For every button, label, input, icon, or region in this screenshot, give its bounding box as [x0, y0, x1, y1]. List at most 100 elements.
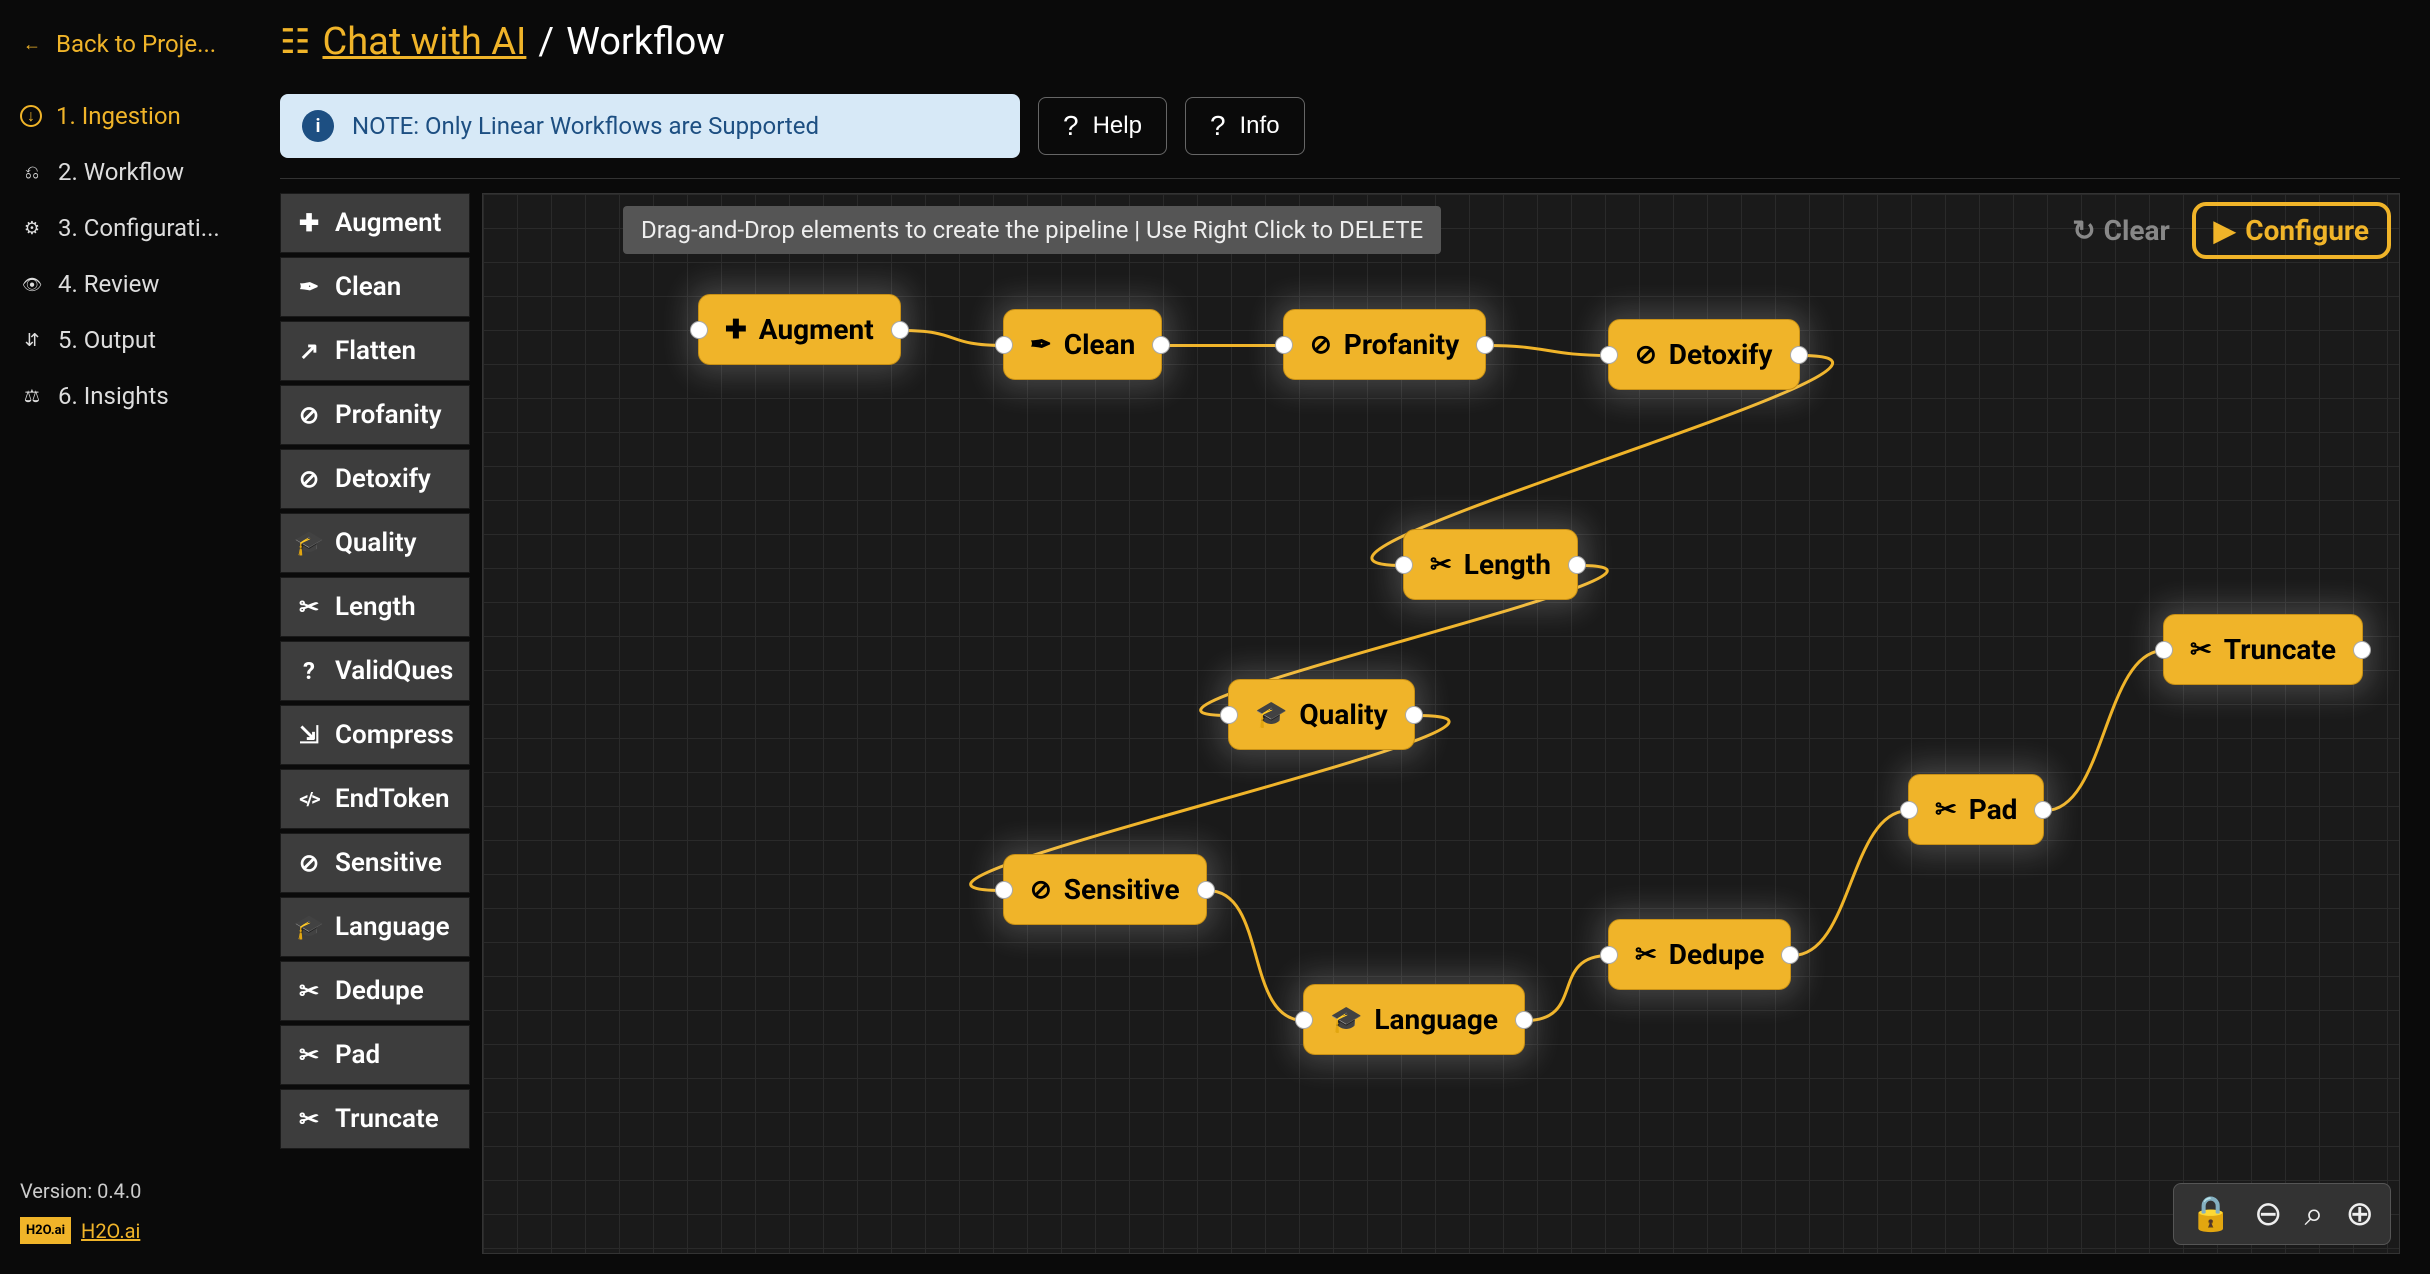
help-circle-icon — [295, 657, 323, 685]
node-label: Pad — [1969, 793, 2018, 826]
port-in[interactable] — [995, 336, 1013, 354]
palette-item-language[interactable]: Language — [280, 897, 470, 957]
page-title: Workflow — [566, 20, 725, 64]
port-out[interactable] — [1152, 336, 1170, 354]
note-text: NOTE: Only Linear Workflows are Supporte… — [352, 112, 819, 140]
breadcrumb-separator: / — [538, 20, 554, 64]
question-icon: ? — [1063, 110, 1079, 142]
port-in[interactable] — [1900, 801, 1918, 819]
node-length[interactable]: Length — [1403, 529, 1578, 600]
zoom-out-button[interactable] — [2244, 1188, 2293, 1240]
port-out[interactable] — [1790, 346, 1808, 364]
eye-icon — [20, 272, 44, 296]
version-label: Version: 0.4.0 — [20, 1179, 240, 1203]
back-label: Back to Proje... — [56, 30, 216, 58]
palette-item-truncate[interactable]: Truncate — [280, 1089, 470, 1149]
port-in[interactable] — [690, 321, 708, 339]
palette-item-clean[interactable]: Clean — [280, 257, 470, 317]
node-clean[interactable]: Clean — [1003, 309, 1162, 380]
node-label: Profanity — [1344, 328, 1459, 361]
back-to-project-link[interactable]: Back to Proje... — [20, 30, 240, 58]
palette-item-flatten[interactable]: Flatten — [280, 321, 470, 381]
cap-icon — [1330, 1005, 1362, 1035]
port-in[interactable] — [1600, 946, 1618, 964]
port-out[interactable] — [1568, 556, 1586, 574]
sidebar-item-review[interactable]: 4. Review — [20, 256, 240, 312]
info-button[interactable]: ? Info — [1185, 97, 1305, 155]
scissors-icon — [295, 1105, 323, 1133]
port-in[interactable] — [1295, 1011, 1313, 1029]
help-button[interactable]: ? Help — [1038, 97, 1167, 155]
port-out[interactable] — [891, 321, 909, 339]
palette-item-sensitive[interactable]: Sensitive — [280, 833, 470, 893]
node-pad[interactable]: Pad — [1908, 774, 2044, 845]
node-sensitive[interactable]: Sensitive — [1003, 854, 1207, 925]
ban-icon — [1030, 875, 1052, 905]
breadcrumb-title-link[interactable]: Chat with AI — [322, 20, 526, 64]
port-out[interactable] — [1405, 706, 1423, 724]
checklist-icon: ☷ — [280, 22, 310, 62]
main: ☷ Chat with AI / Workflow i NOTE: Only L… — [260, 0, 2430, 1274]
port-in[interactable] — [1600, 346, 1618, 364]
port-in[interactable] — [1275, 336, 1293, 354]
node-quality[interactable]: Quality — [1228, 679, 1415, 750]
zoom-fit-button[interactable] — [2294, 1188, 2333, 1240]
palette-item-dedupe[interactable]: Dedupe — [280, 961, 470, 1021]
sidebar-item-configuration[interactable]: 3. Configurati... — [20, 200, 240, 256]
palette-item-endtoken[interactable]: EndToken — [280, 769, 470, 829]
toolbar-row: i NOTE: Only Linear Workflows are Suppor… — [280, 94, 2400, 158]
gear-icon — [20, 216, 44, 240]
configure-button[interactable]: Configure — [2192, 202, 2391, 259]
port-in[interactable] — [995, 881, 1013, 899]
node-label: Length — [1464, 548, 1551, 581]
palette-item-pad[interactable]: Pad — [280, 1025, 470, 1085]
palette-item-augment[interactable]: Augment — [280, 193, 470, 253]
scissors-icon — [295, 593, 323, 621]
port-in[interactable] — [1220, 706, 1238, 724]
lock-button[interactable] — [2180, 1188, 2242, 1240]
info-icon: i — [302, 110, 334, 142]
sidebar-footer: Version: 0.4.0 H2O.ai H2O.ai — [20, 1179, 240, 1244]
node-label: Detoxify — [1669, 338, 1773, 371]
node-augment[interactable]: Augment — [698, 294, 901, 365]
ban-icon — [1310, 330, 1332, 360]
sidebar-item-output[interactable]: 5. Output — [20, 312, 240, 368]
plus-icon — [725, 315, 747, 345]
download-circle-icon — [20, 105, 42, 127]
reload-icon — [2072, 214, 2095, 247]
scissors-icon — [295, 977, 323, 1005]
port-out[interactable] — [2353, 641, 2371, 659]
palette-item-validques[interactable]: ValidQues — [280, 641, 470, 701]
node-language[interactable]: Language — [1303, 984, 1525, 1055]
port-out[interactable] — [2034, 801, 2052, 819]
sidebar-item-ingestion[interactable]: 1. Ingestion — [20, 88, 240, 144]
canvas[interactable]: Drag-and-Drop elements to create the pip… — [482, 193, 2400, 1254]
brand-link[interactable]: H2O.ai H2O.ai — [20, 1217, 240, 1244]
port-out[interactable] — [1197, 881, 1215, 899]
port-in[interactable] — [2155, 641, 2173, 659]
palette: Augment Clean Flatten Profanity Detoxify… — [280, 193, 470, 1254]
plus-icon — [295, 209, 323, 237]
palette-item-detoxify[interactable]: Detoxify — [280, 449, 470, 509]
canvas-hint: Drag-and-Drop elements to create the pip… — [623, 206, 1441, 254]
sidebar-item-insights[interactable]: 6. Insights — [20, 368, 240, 424]
arrow-left-icon — [20, 32, 44, 56]
node-detoxify[interactable]: Detoxify — [1608, 319, 1800, 390]
node-profanity[interactable]: Profanity — [1283, 309, 1486, 380]
port-out[interactable] — [1515, 1011, 1533, 1029]
sidebar-item-workflow[interactable]: 2. Workflow — [20, 144, 240, 200]
port-out[interactable] — [1476, 336, 1494, 354]
scissors-icon — [295, 1041, 323, 1069]
port-out[interactable] — [1781, 946, 1799, 964]
port-in[interactable] — [1395, 556, 1413, 574]
brand-text: H2O.ai — [81, 1219, 140, 1243]
palette-item-quality[interactable]: Quality — [280, 513, 470, 573]
node-truncate[interactable]: Truncate — [2163, 614, 2363, 685]
cut-icon — [2190, 635, 2212, 665]
node-dedupe[interactable]: Dedupe — [1608, 919, 1791, 990]
palette-item-length[interactable]: Length — [280, 577, 470, 637]
zoom-in-button[interactable] — [2336, 1188, 2385, 1240]
clear-button[interactable]: Clear — [2060, 202, 2182, 259]
palette-item-compress[interactable]: Compress — [280, 705, 470, 765]
palette-item-profanity[interactable]: Profanity — [280, 385, 470, 445]
